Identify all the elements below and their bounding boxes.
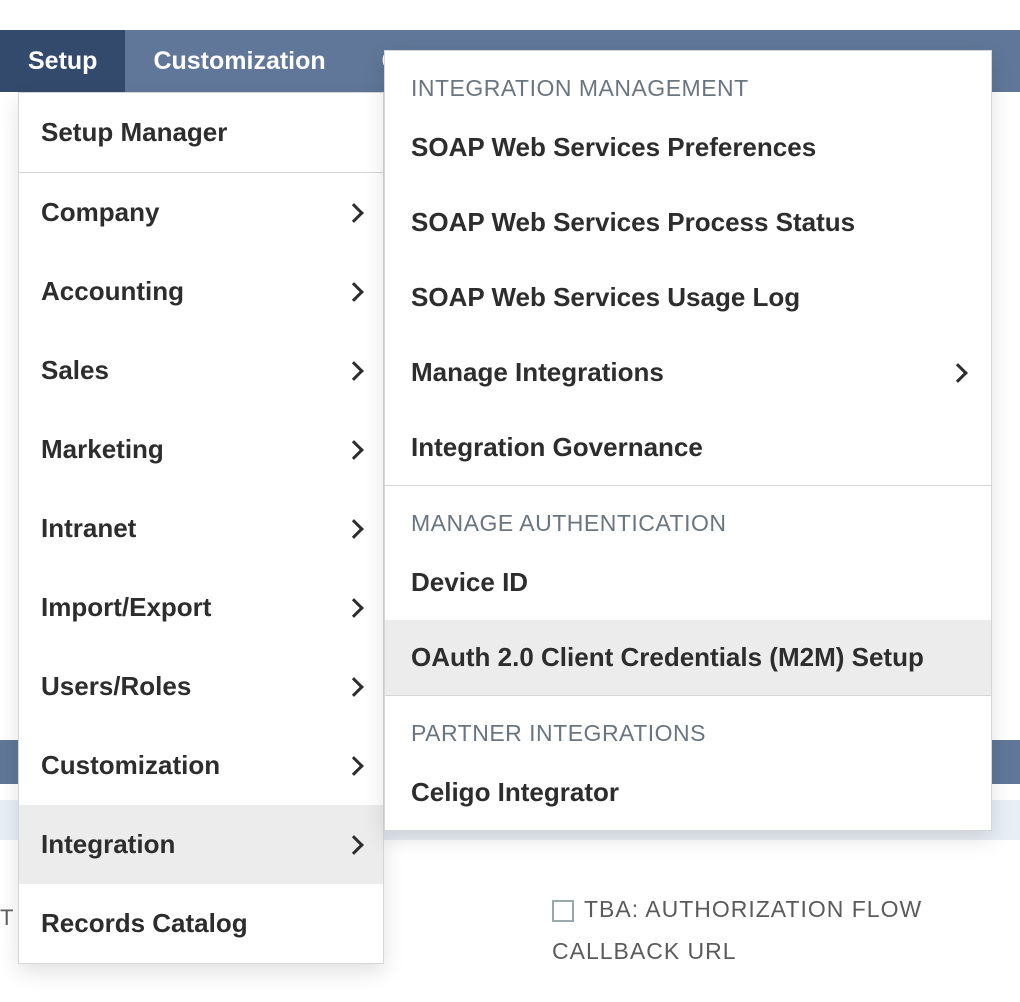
menu-item-setup-manager[interactable]: Setup Manager [19,93,383,173]
chevron-right-icon [344,203,364,223]
menu-item-customization[interactable]: Customization [19,726,383,805]
submenu-item-label: SOAP Web Services Preferences [411,132,816,163]
menu-item-company[interactable]: Company [19,173,383,252]
menu-item-users-roles[interactable]: Users/Roles [19,647,383,726]
menu-item-label: Sales [41,355,109,386]
submenu-item-label: SOAP Web Services Process Status [411,207,855,238]
setup-dropdown: Setup Manager Company Accounting Sales M… [18,92,384,964]
nav-tab-setup[interactable]: Setup [0,30,125,92]
submenu-item-integration-gov[interactable]: Integration Governance [385,410,991,485]
menu-item-marketing[interactable]: Marketing [19,410,383,489]
submenu-item-label: Device ID [411,567,528,598]
menu-item-import-export[interactable]: Import/Export [19,568,383,647]
submenu-section-title: INTEGRATION MANAGEMENT [385,51,991,110]
submenu-item-soap-status[interactable]: SOAP Web Services Process Status [385,185,991,260]
submenu-item-label: SOAP Web Services Usage Log [411,282,800,313]
chevron-right-icon [344,282,364,302]
menu-item-label: Company [41,197,159,228]
submenu-item-manage-integrations[interactable]: Manage Integrations [385,335,991,410]
chevron-right-icon [344,440,364,460]
chevron-right-icon [344,519,364,539]
menu-item-label: Setup Manager [41,117,227,148]
submenu-section-title: MANAGE AUTHENTICATION [385,486,991,545]
submenu-item-soap-prefs[interactable]: SOAP Web Services Preferences [385,110,991,185]
menu-item-label: Integration [41,829,175,860]
submenu-item-label: Manage Integrations [411,357,664,388]
menu-item-label: Customization [41,750,220,781]
menu-item-accounting[interactable]: Accounting [19,252,383,331]
bg-text-callback: CALLBACK URL [552,938,737,965]
nav-tab-customization[interactable]: Customization [125,30,353,92]
submenu-item-label: Celigo Integrator [411,777,619,808]
checkbox-icon [552,900,574,922]
chevron-right-icon [344,677,364,697]
menu-item-label: Accounting [41,276,184,307]
menu-item-sales[interactable]: Sales [19,331,383,410]
chevron-right-icon [344,598,364,618]
chevron-right-icon [344,756,364,776]
chevron-right-icon [344,835,364,855]
menu-item-label: Users/Roles [41,671,191,702]
integration-submenu: INTEGRATION MANAGEMENT SOAP Web Services… [384,50,992,831]
menu-item-label: Marketing [41,434,164,465]
submenu-item-celigo[interactable]: Celigo Integrator [385,755,991,830]
menu-item-records-catalog[interactable]: Records Catalog [19,884,383,963]
submenu-item-device-id[interactable]: Device ID [385,545,991,620]
submenu-item-oauth-m2m[interactable]: OAuth 2.0 Client Credentials (M2M) Setup [385,620,991,695]
menu-item-label: Import/Export [41,592,211,623]
submenu-section-title: PARTNER INTEGRATIONS [385,696,991,755]
chevron-right-icon [948,363,968,383]
menu-item-label: Records Catalog [41,908,248,939]
submenu-item-label: OAuth 2.0 Client Credentials (M2M) Setup [411,642,924,673]
menu-item-integration[interactable]: Integration [19,805,383,884]
menu-item-intranet[interactable]: Intranet [19,489,383,568]
submenu-item-soap-log[interactable]: SOAP Web Services Usage Log [385,260,991,335]
stray-letter: T [0,905,13,931]
bg-text-tba: TBA: AUTHORIZATION FLOW [552,896,922,923]
submenu-item-label: Integration Governance [411,432,703,463]
chevron-right-icon [344,361,364,381]
menu-item-label: Intranet [41,513,136,544]
